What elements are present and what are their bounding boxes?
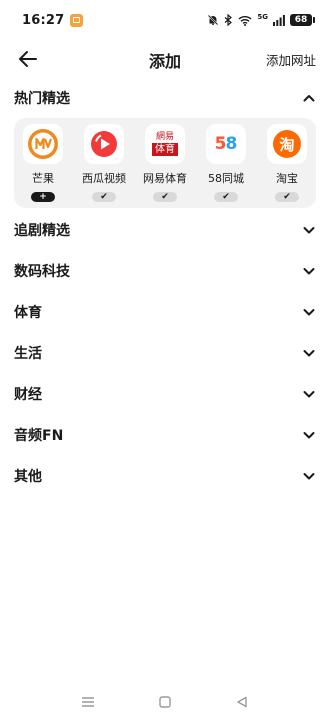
app-name: 网易体育: [143, 172, 187, 185]
chevron-down-icon: [303, 227, 315, 234]
back-nav-button[interactable]: [234, 694, 250, 710]
menu-lines-icon: [82, 697, 95, 707]
logo-bottom: 体育: [152, 143, 178, 156]
section-drama[interactable]: 追剧精选: [0, 215, 330, 245]
arrow-left-icon: [19, 51, 37, 67]
section-other[interactable]: 其他: [0, 461, 330, 491]
section-other-label: 其他: [14, 469, 42, 485]
network-label: 5G: [257, 13, 268, 21]
section-audio-label: 音频FN: [14, 428, 64, 444]
app-item-58-tongcheng[interactable]: 58 58同城 ✔: [198, 124, 254, 202]
signal-icon: [273, 14, 285, 26]
added-check-button[interactable]: ✔: [92, 192, 116, 202]
chevron-down-icon: [303, 473, 315, 480]
section-drama-label: 追剧精选: [14, 223, 70, 239]
chevron-down-icon: [303, 350, 315, 357]
xigua-video-icon: [84, 124, 124, 164]
app-item-xigua[interactable]: 西瓜视频 ✔: [76, 124, 132, 202]
mute-bell-icon: [208, 14, 219, 26]
section-life[interactable]: 生活: [0, 338, 330, 368]
app-name: 芒果: [32, 172, 54, 185]
section-audio[interactable]: 音频FN: [0, 420, 330, 450]
status-bar: 16:27 5G 68: [0, 0, 330, 40]
58-tongcheng-icon: 58: [206, 124, 246, 164]
section-sports[interactable]: 体育: [0, 297, 330, 327]
netease-sports-icon: 網易 体育: [145, 124, 185, 164]
logo-char: 淘: [279, 135, 295, 154]
app-item-taobao[interactable]: 淘 淘宝 ✔: [259, 124, 315, 202]
home-button[interactable]: [157, 694, 173, 710]
app-name: 西瓜视频: [82, 172, 126, 185]
system-nav-bar: [0, 684, 330, 720]
status-icons: 5G 68: [207, 13, 315, 26]
chevron-down-icon: [303, 268, 315, 275]
chevron-up-icon: [303, 95, 315, 102]
chevron-down-icon: [303, 432, 315, 439]
logo-eight: 8: [225, 134, 238, 154]
added-check-button[interactable]: ✔: [153, 192, 177, 202]
app-item-netease-sports[interactable]: 網易 体育 网易体育 ✔: [137, 124, 193, 202]
logo-five: 5: [214, 134, 227, 154]
battery-indicator: 68: [290, 14, 315, 26]
triangle-back-icon: [236, 696, 247, 708]
app-item-mango[interactable]: 芒果 +: [15, 124, 71, 202]
section-tech[interactable]: 数码科技: [0, 256, 330, 286]
bluetooth-icon: [224, 14, 233, 26]
app-name: 淘宝: [276, 172, 298, 185]
section-finance-label: 财经: [14, 387, 42, 403]
section-hot[interactable]: 热门精选: [0, 83, 330, 113]
section-tech-label: 数码科技: [14, 264, 70, 280]
square-icon: [159, 696, 171, 708]
added-check-button[interactable]: ✔: [275, 192, 299, 202]
section-hot-label: 热门精选: [14, 91, 70, 107]
wifi-icon: [238, 15, 252, 26]
header: 添加 添加网址: [0, 40, 330, 78]
add-app-button[interactable]: +: [31, 192, 55, 202]
added-check-button[interactable]: ✔: [214, 192, 238, 202]
taobao-icon: 淘: [267, 124, 307, 164]
recents-button[interactable]: [80, 694, 96, 710]
notification-app-icon: [70, 13, 84, 27]
section-sports-label: 体育: [14, 305, 42, 321]
back-button[interactable]: [16, 48, 40, 70]
logo-top: 網易: [155, 132, 174, 142]
hot-apps-card: 芒果 + 西瓜视频 ✔ 網易 体育 网易体育 ✔ 58 58同城 ✔ 淘 淘宝 …: [14, 118, 316, 208]
chevron-down-icon: [303, 309, 315, 316]
app-name: 58同城: [208, 172, 244, 185]
section-finance[interactable]: 财经: [0, 379, 330, 409]
status-time: 16:27: [22, 12, 65, 28]
chevron-down-icon: [303, 391, 315, 398]
mango-tv-icon: [23, 124, 63, 164]
add-url-button[interactable]: 添加网址: [266, 50, 316, 69]
section-life-label: 生活: [14, 346, 42, 362]
